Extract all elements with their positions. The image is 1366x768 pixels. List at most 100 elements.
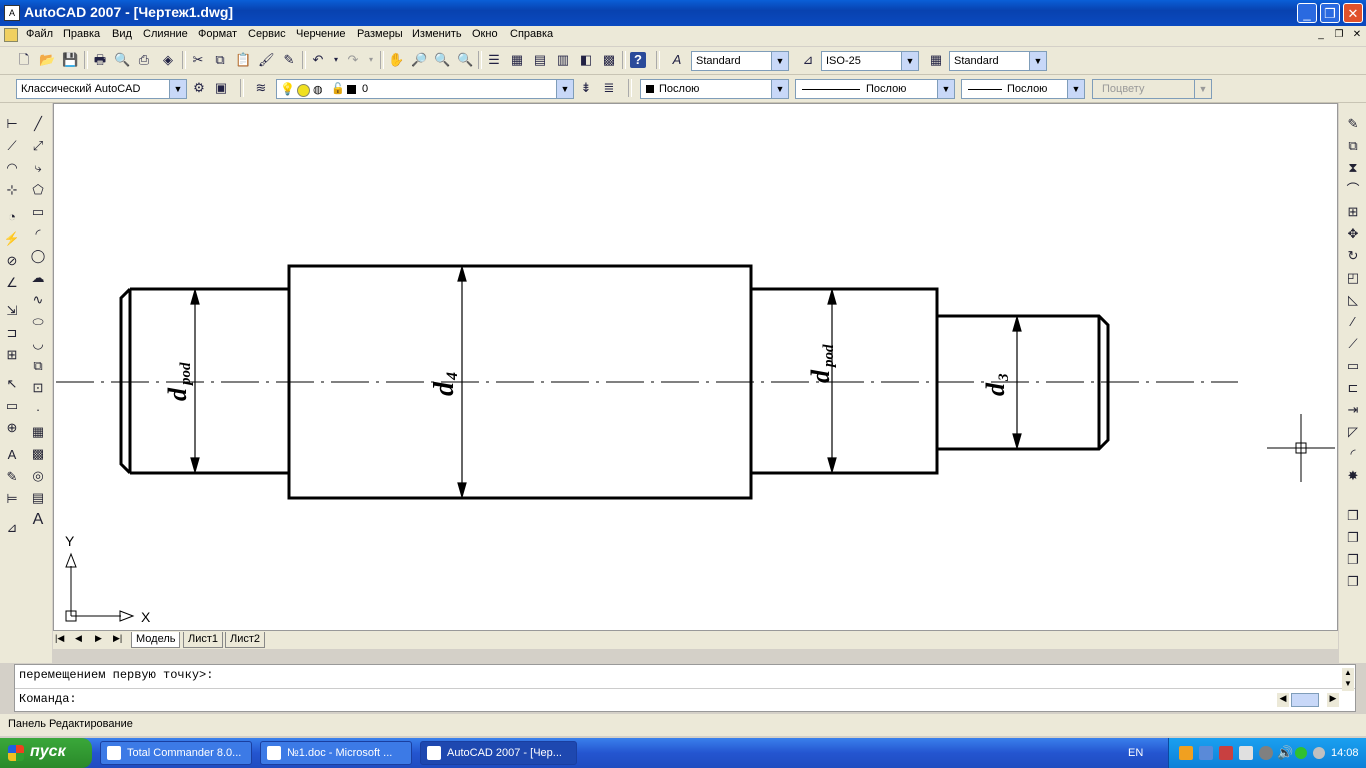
language-indicator[interactable]: EN (1128, 747, 1143, 759)
tray-disk-icon[interactable] (1313, 747, 1325, 759)
markup-set-icon[interactable]: ◧ (578, 52, 594, 68)
tool-palettes-icon[interactable]: ▤ (532, 52, 548, 68)
doc-restore-button[interactable]: ❐ (1332, 28, 1346, 42)
rotate-icon[interactable]: ↻ (1344, 247, 1362, 265)
join-icon[interactable]: ⇥ (1344, 401, 1362, 419)
continue-dim-icon[interactable]: ⊞ (3, 346, 21, 364)
autocad-app-icon[interactable]: A (4, 5, 20, 21)
tray-green-icon[interactable] (1295, 747, 1307, 759)
scroll-down-arrow[interactable]: ▼ (1342, 679, 1354, 691)
tray-app-icon[interactable] (1179, 746, 1193, 760)
task-total-commander[interactable]: Total Commander 8.0... (100, 741, 252, 765)
dim-text-edit-icon[interactable]: ✎ (3, 468, 21, 486)
chamfer-icon[interactable]: ◸ (1344, 423, 1362, 441)
center-mark-icon[interactable]: ⊕ (3, 419, 21, 437)
menu-tools[interactable]: Сервис (248, 28, 286, 40)
workspace-combo[interactable]: Классический AutoCAD ▼ (16, 79, 187, 99)
close-button[interactable]: ✕ (1343, 3, 1363, 23)
insert-block-icon[interactable]: ⧉ (29, 357, 47, 375)
table-style-combo[interactable]: Standard ▼ (949, 51, 1047, 71)
zoom-realtime-icon[interactable]: 🔎 (411, 52, 427, 68)
menu-edit[interactable]: Правка (63, 28, 100, 40)
arc-length-icon[interactable]: ◠ (3, 159, 21, 177)
block-editor-icon[interactable]: ✎ (281, 52, 297, 68)
layer-combo[interactable]: 💡 ◍ 🔓 0 ▼ (276, 79, 574, 99)
menu-draw[interactable]: Черчение (296, 28, 346, 40)
jogged-dim-icon[interactable]: ⚡ (3, 230, 21, 248)
region-icon[interactable]: ◎ (29, 467, 47, 485)
volume-icon[interactable]: 🔊 (1277, 745, 1293, 761)
ellipse-arc-icon[interactable]: ◡ (29, 335, 47, 353)
tolerance-icon[interactable]: ▭ (3, 397, 21, 415)
trim-icon[interactable]: ⁄ (1344, 313, 1362, 331)
line-icon[interactable]: ╱ (29, 115, 47, 133)
point-icon[interactable]: · (29, 401, 47, 419)
design-center-icon[interactable]: ▦ (509, 52, 525, 68)
menu-help[interactable]: Справка (510, 28, 553, 40)
break-at-point-icon[interactable]: ▭ (1344, 357, 1362, 375)
tray-network-icon[interactable] (1199, 746, 1213, 760)
text-style-icon[interactable]: A (669, 52, 685, 68)
radius-dim-icon[interactable]: ◔ (3, 208, 21, 226)
linetype-combo[interactable]: Послою ▼ (795, 79, 955, 99)
open-icon[interactable]: 📂 (39, 52, 55, 68)
menu-view[interactable]: Вид (112, 28, 132, 40)
hscroll-right-arrow[interactable]: ▶ (1327, 693, 1339, 707)
plot-preview-icon[interactable]: 🔍 (114, 52, 130, 68)
draworder-under-icon[interactable]: ❐ (1344, 573, 1362, 591)
tray-antivirus-icon[interactable] (1259, 746, 1273, 760)
dim-style-icon[interactable]: ⊿ (800, 52, 816, 68)
undo-icon[interactable]: ↶ (310, 52, 326, 68)
hatch-icon[interactable]: ▦ (29, 423, 47, 441)
ellipse-icon[interactable]: ⬭ (29, 313, 47, 331)
mirror-icon[interactable]: ⧗ (1344, 159, 1362, 177)
zoom-previous-icon[interactable]: 🔍 (457, 52, 473, 68)
workspace-settings-icon[interactable]: ⚙ (191, 80, 207, 96)
zoom-window-icon[interactable]: 🔍 (434, 52, 450, 68)
menu-window[interactable]: Окно (472, 28, 498, 40)
task-word-doc[interactable]: №1.doc - Microsoft ... (260, 741, 412, 765)
tab-layout1[interactable]: Лист1 (183, 632, 224, 648)
explode-icon[interactable]: ✸ (1344, 467, 1362, 485)
copy-clip-icon[interactable]: ⧉ (212, 52, 228, 68)
revcloud-icon[interactable]: ☁ (29, 269, 47, 287)
undo-dropdown-icon[interactable]: ▾ (328, 52, 344, 68)
layer-properties-icon[interactable]: ≋ (253, 80, 269, 96)
calculator-icon[interactable]: ▩ (601, 52, 617, 68)
draworder-front-icon[interactable]: ❐ (1344, 507, 1362, 525)
menu-merge[interactable]: Слияние (143, 28, 188, 40)
ordinate-dim-icon[interactable]: ⊹ (3, 181, 21, 199)
tab-first-button[interactable]: |◀ (55, 633, 64, 644)
array-icon[interactable]: ⊞ (1344, 203, 1362, 221)
match-properties-icon[interactable]: 🖌 (258, 52, 275, 68)
tab-prev-button[interactable]: ◀ (75, 633, 82, 644)
text-style-combo[interactable]: Standard ▼ (691, 51, 789, 71)
offset-icon[interactable]: ⌒ (1344, 181, 1362, 199)
doc-close-button[interactable]: ✕ (1350, 28, 1364, 42)
diameter-dim-icon[interactable]: ⊘ (3, 252, 21, 270)
tab-last-button[interactable]: ▶| (113, 633, 122, 644)
color-combo[interactable]: Послою ▼ (640, 79, 789, 99)
dim-style-side-icon[interactable]: ⊿ (3, 519, 21, 537)
doc-minimize-button[interactable]: _ (1314, 28, 1328, 42)
extend-icon[interactable]: ⟋ (1344, 335, 1362, 353)
clock[interactable]: 14:08 (1331, 747, 1359, 759)
break-icon[interactable]: ⊏ (1344, 379, 1362, 397)
drawing-canvas[interactable]: d pod d 4 d pod d 3 X Y (54, 104, 1337, 630)
redo-icon[interactable]: ↷ (345, 52, 361, 68)
fillet-icon[interactable]: ◜ (1344, 445, 1362, 463)
make-block-icon[interactable]: ⊡ (29, 379, 47, 397)
3d-dwf-icon[interactable]: ◈ (160, 52, 176, 68)
restore-button[interactable]: ❐ (1320, 3, 1340, 23)
paste-icon[interactable]: 📋 (235, 52, 251, 68)
erase-icon[interactable]: ✎ (1344, 115, 1362, 133)
polygon-icon[interactable]: ⬠ (29, 181, 47, 199)
cut-icon[interactable]: ✂ (190, 52, 206, 68)
scale-icon[interactable]: ◰ (1344, 269, 1362, 287)
construction-line-icon[interactable]: ⤢ (29, 137, 47, 155)
sheet-set-icon[interactable]: ▥ (555, 52, 571, 68)
minimize-button[interactable]: _ (1297, 3, 1317, 23)
menu-file[interactable]: Файл (26, 28, 53, 40)
table-style-icon[interactable]: ▦ (928, 52, 944, 68)
layer-previous-icon[interactable]: ≣ (601, 80, 617, 96)
